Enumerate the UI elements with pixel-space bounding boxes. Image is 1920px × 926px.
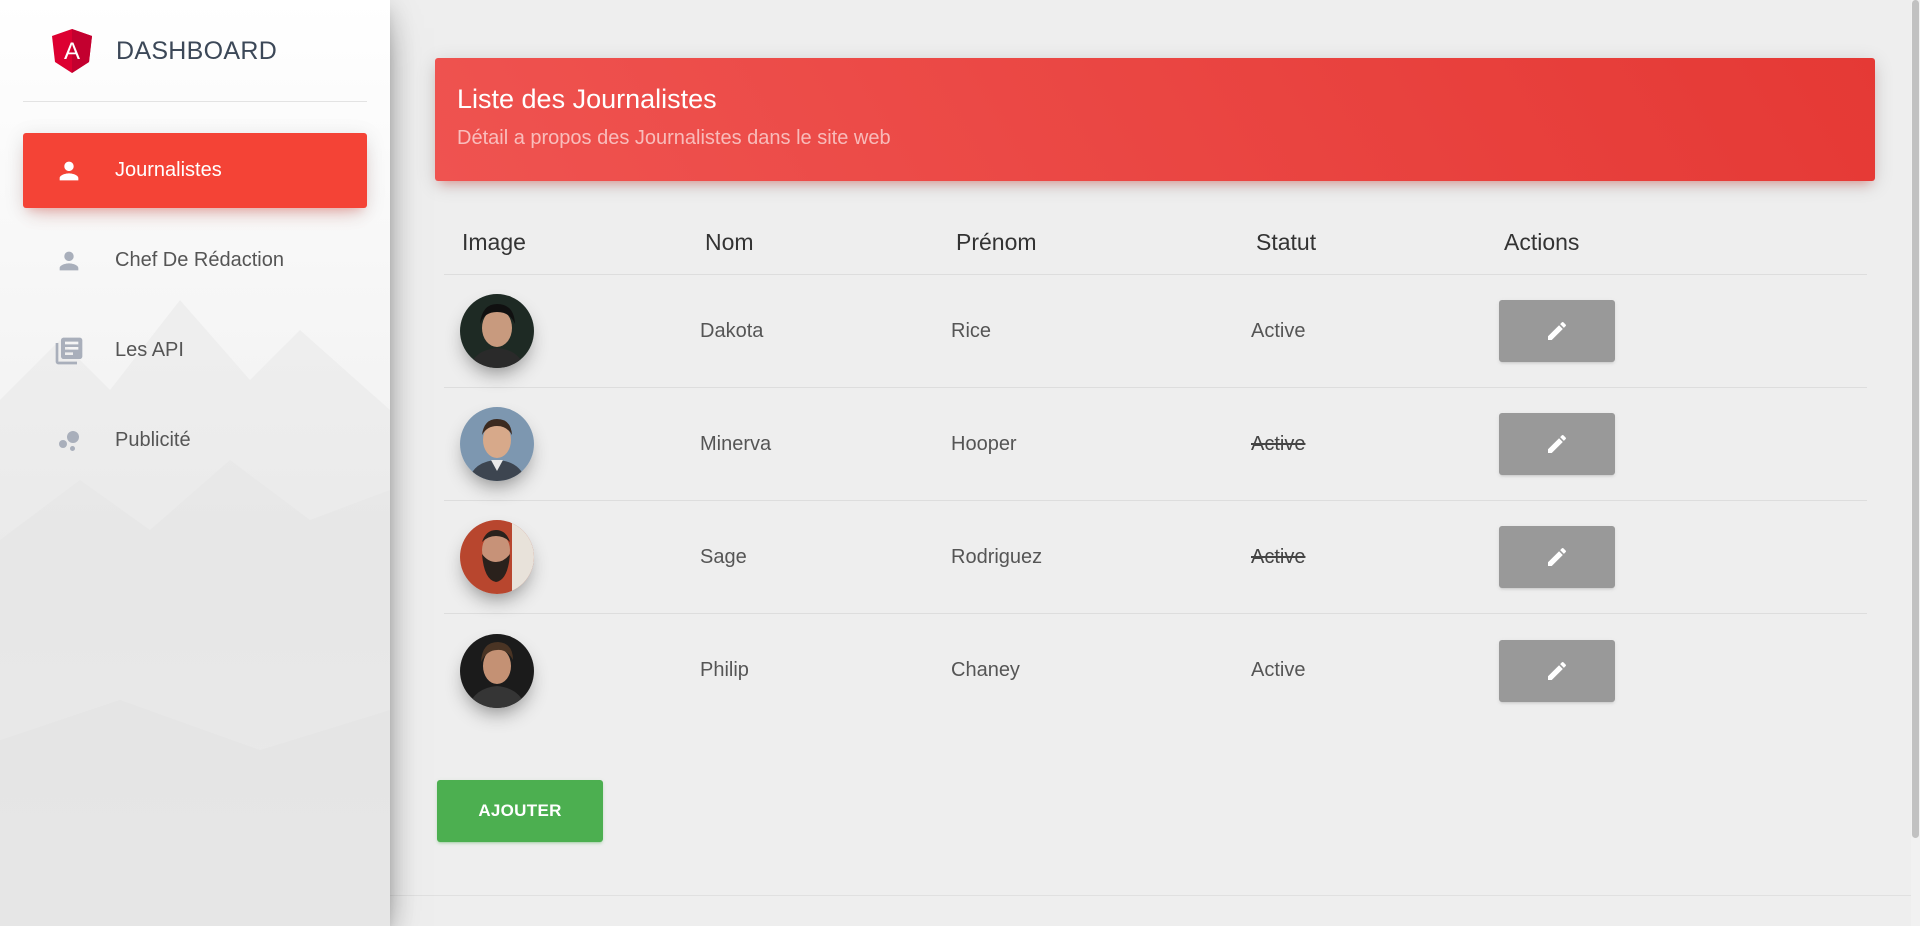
cell-statut: Active	[1251, 432, 1306, 455]
person-icon	[53, 155, 85, 187]
journalists-table: Image Nom Prénom Statut Actions Dakota R…	[444, 210, 1867, 727]
avatar	[460, 294, 534, 368]
sidebar-logo[interactable]: A DASHBOARD	[0, 0, 390, 102]
avatar	[460, 520, 534, 594]
avatar	[460, 407, 534, 481]
column-header-actions: Actions	[1504, 228, 1580, 255]
footer-divider	[390, 895, 1920, 896]
edit-button[interactable]	[1499, 300, 1615, 362]
edit-button[interactable]	[1499, 639, 1615, 702]
sidebar: A DASHBOARD Journalistes Chef De Rédacti…	[0, 0, 390, 926]
pencil-icon	[1548, 661, 1567, 680]
pencil-icon	[1548, 434, 1567, 453]
cell-statut: Active	[1251, 545, 1306, 568]
cell-prenom: Rodriguez	[951, 545, 1043, 568]
cell-prenom: Rice	[951, 319, 992, 342]
sidebar-item-label: Les API	[115, 339, 184, 361]
edit-button[interactable]	[1499, 526, 1615, 588]
sidebar-item-label: Chef De Rédaction	[115, 249, 284, 271]
sidebar-item-journalistes[interactable]: Journalistes	[23, 133, 367, 208]
column-header-nom: Nom	[705, 228, 754, 255]
cell-nom: Dakota	[700, 319, 764, 342]
edit-button[interactable]	[1499, 413, 1615, 475]
page-scrollbar[interactable]	[1911, 0, 1920, 926]
app-title: DASHBOARD	[116, 36, 278, 65]
logo-letter: A	[64, 38, 80, 65]
pencil-icon	[1548, 547, 1567, 566]
angular-logo-icon: A	[52, 29, 92, 73]
cell-statut: Active	[1251, 659, 1306, 681]
table-row: Minerva Hooper Active	[444, 388, 1867, 501]
cell-nom: Philip	[700, 659, 749, 681]
pencil-icon	[1548, 321, 1567, 340]
sidebar-nav: Journalistes Chef De Rédaction Les API P…	[0, 133, 390, 478]
column-header-image: Image	[462, 228, 526, 255]
page-title: Liste des Journalistes	[457, 84, 717, 114]
table-row: Sage Rodriguez Active	[444, 501, 1867, 614]
table-header: Image Nom Prénom Statut Actions	[444, 210, 1867, 275]
column-header-statut: Statut	[1256, 228, 1317, 255]
add-button[interactable]: AJOUTER	[437, 780, 603, 842]
scrollbar-thumb[interactable]	[1912, 0, 1919, 838]
main-content: Liste des Journalistes Détail a propos d…	[390, 0, 1920, 926]
cell-statut: Active	[1251, 319, 1306, 342]
table-row: Philip Chaney Active	[444, 614, 1867, 727]
logo-divider	[23, 101, 367, 102]
sidebar-item-label: Publicité	[115, 429, 191, 451]
sidebar-item-label: Journalistes	[115, 159, 222, 181]
bubble-chart-icon	[53, 425, 85, 457]
cell-prenom: Chaney	[951, 659, 1020, 681]
column-header-prenom: Prénom	[956, 228, 1037, 255]
card-header: Liste des Journalistes Détail a propos d…	[435, 58, 1875, 181]
sidebar-item-publicite[interactable]: Publicité	[23, 403, 367, 478]
table-row: Dakota Rice Active	[444, 275, 1867, 388]
person-icon	[53, 245, 85, 277]
sidebar-item-chef-de-redaction[interactable]: Chef De Rédaction	[23, 223, 367, 298]
sidebar-item-les-api[interactable]: Les API	[23, 313, 367, 388]
cell-nom: Sage	[700, 545, 747, 568]
cell-prenom: Hooper	[951, 432, 1017, 455]
page-subtitle: Détail a propos des Journalistes dans le…	[457, 127, 891, 149]
cell-nom: Minerva	[700, 432, 772, 455]
library-books-icon	[53, 335, 85, 367]
avatar	[460, 633, 534, 708]
